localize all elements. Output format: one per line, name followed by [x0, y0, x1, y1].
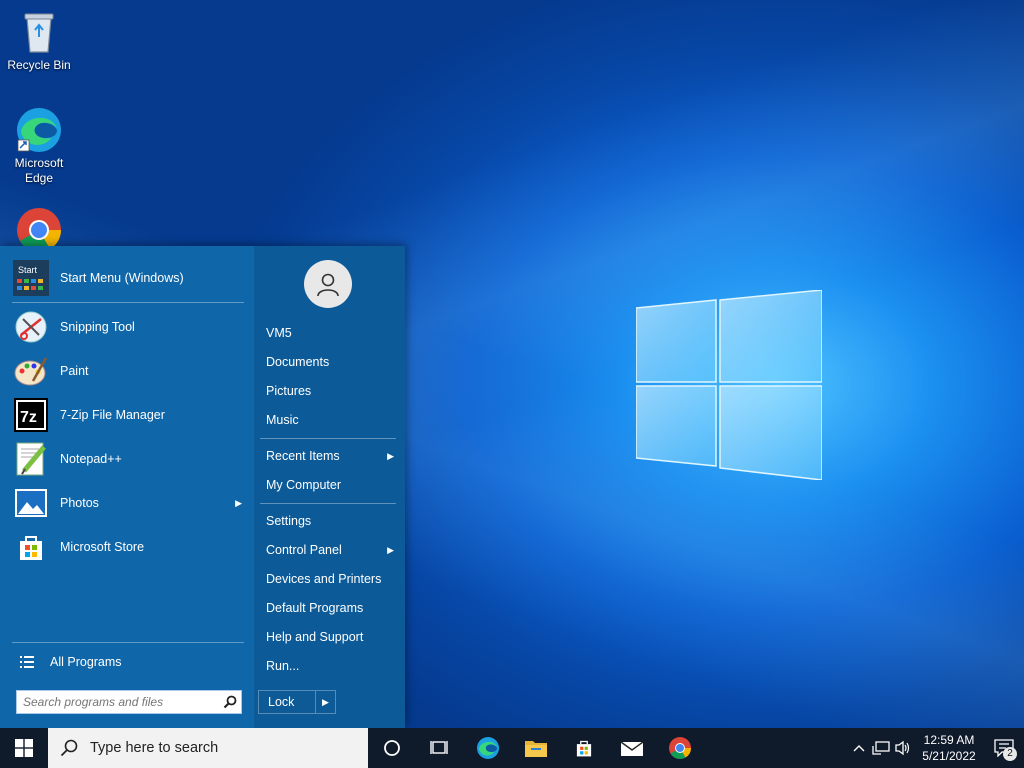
windows-start-icon — [15, 739, 33, 757]
edge-icon — [477, 737, 499, 759]
start-search-input[interactable] — [17, 692, 219, 712]
separator — [12, 302, 244, 303]
taskbar: Type here to search 12:59 AM 5/21/2022 2 — [0, 728, 1024, 768]
notification-count-badge: 2 — [1003, 747, 1017, 761]
separator — [260, 503, 396, 504]
start-menu-programs-pane: Start Start Menu (Windows) Snipping Tool… — [0, 246, 254, 728]
start-menu-places-pane: VM5 Documents Pictures Music Recent Item… — [254, 246, 405, 728]
photos-icon — [12, 484, 50, 522]
system-tray: 12:59 AM 5/21/2022 2 — [848, 728, 1024, 768]
program-7zip-file-manager[interactable]: 7z 7-Zip File Manager — [12, 394, 246, 436]
control-panel-label: Control Panel — [266, 543, 342, 557]
paint-icon — [12, 352, 50, 390]
cortana-button[interactable] — [368, 728, 416, 768]
snipping-tool-icon — [12, 308, 50, 346]
user-icon — [317, 273, 339, 297]
taskbar-edge-button[interactable] — [464, 728, 512, 768]
place-control-panel[interactable]: Control Panel ▶ — [266, 538, 398, 562]
recycle-bin-icon — [24, 13, 54, 53]
mail-icon — [620, 741, 644, 756]
program-notepad-plus-plus[interactable]: Notepad++ — [12, 438, 246, 480]
desktop-icon-label: Recycle Bin — [7, 58, 71, 72]
user-avatar[interactable] — [304, 260, 352, 308]
place-devices-printers[interactable]: Devices and Printers — [266, 567, 398, 591]
program-label: Snipping Tool — [60, 320, 135, 334]
chevron-up-icon — [853, 745, 865, 752]
seven-zip-icon: 7z — [12, 396, 50, 434]
start-search-box[interactable] — [16, 690, 242, 714]
all-programs-button[interactable]: All Programs — [12, 648, 244, 676]
program-label: Microsoft Store — [60, 540, 145, 554]
place-documents[interactable]: Documents — [266, 350, 398, 374]
separator — [260, 438, 396, 439]
taskbar-search-placeholder: Type here to search — [90, 740, 219, 756]
place-settings[interactable]: Settings — [266, 509, 398, 533]
edge-icon — [17, 108, 61, 152]
program-label: Paint — [60, 364, 89, 378]
program-start-menu-windows[interactable]: Start Start Menu (Windows) — [12, 257, 246, 299]
cortana-icon — [384, 740, 400, 756]
taskbar-clock[interactable]: 12:59 AM 5/21/2022 — [914, 732, 984, 764]
volume-button[interactable] — [892, 728, 914, 768]
clock-date: 5/21/2022 — [922, 749, 976, 763]
chrome-icon — [669, 737, 691, 759]
store-icon — [12, 528, 50, 566]
place-music[interactable]: Music — [266, 408, 398, 432]
program-snipping-tool[interactable]: Snipping Tool — [12, 306, 246, 348]
desktop-icon-recycle-bin[interactable]: Recycle Bin — [1, 8, 77, 73]
list-icon — [20, 656, 34, 668]
network-button[interactable] — [870, 728, 892, 768]
place-user-folder[interactable]: VM5 — [266, 321, 398, 345]
taskbar-chrome-button[interactable] — [656, 728, 704, 768]
store-icon — [576, 740, 592, 757]
submenu-arrow-icon: ▶ — [387, 451, 394, 461]
network-icon — [872, 741, 890, 755]
submenu-arrow-icon: ▶ — [387, 545, 394, 555]
seven-zip-icon-text: 7z — [20, 409, 37, 426]
place-pictures[interactable]: Pictures — [266, 379, 398, 403]
place-default-programs[interactable]: Default Programs — [266, 596, 398, 620]
place-my-computer[interactable]: My Computer — [266, 473, 398, 497]
search-icon[interactable] — [219, 691, 241, 713]
start-icon-text: Start — [18, 265, 38, 275]
task-view-button[interactable] — [416, 728, 464, 768]
desktop-icon-label: Microsoft Edge — [14, 156, 64, 185]
clock-time: 12:59 AM — [923, 733, 975, 747]
search-icon — [60, 739, 78, 757]
program-paint[interactable]: Paint — [12, 350, 246, 392]
program-label: Start Menu (Windows) — [60, 271, 184, 285]
file-explorer-icon — [525, 741, 547, 757]
speaker-icon — [895, 740, 910, 756]
lock-label: Lock — [268, 695, 295, 709]
start-button[interactable] — [0, 728, 48, 768]
taskbar-store-button[interactable] — [560, 728, 608, 768]
program-photos[interactable]: Photos ▶ — [12, 482, 246, 524]
desktop-icon-microsoft-edge[interactable]: Microsoft Edge — [1, 106, 77, 186]
program-microsoft-store[interactable]: Microsoft Store — [12, 526, 246, 568]
taskbar-mail-button[interactable] — [608, 728, 656, 768]
start-menu: Start Start Menu (Windows) Snipping Tool… — [0, 246, 405, 728]
task-view-icon — [430, 741, 448, 754]
lock-button[interactable]: Lock ▶ — [258, 690, 336, 714]
start-menu-icon: Start — [12, 259, 50, 297]
program-label: Photos — [60, 496, 99, 510]
recent-items-label: Recent Items — [266, 449, 340, 463]
separator — [12, 642, 244, 643]
place-help-support[interactable]: Help and Support — [266, 625, 398, 649]
all-programs-label: All Programs — [50, 655, 122, 669]
windows-logo-wallpaper — [636, 290, 822, 480]
action-center-button[interactable]: 2 — [984, 728, 1024, 768]
notepad-plus-plus-icon — [12, 440, 50, 478]
taskbar-search-box[interactable]: Type here to search — [48, 728, 368, 768]
show-hidden-icons-button[interactable] — [848, 728, 870, 768]
taskbar-file-explorer-button[interactable] — [512, 728, 560, 768]
program-label: 7-Zip File Manager — [60, 408, 165, 422]
program-label: Notepad++ — [60, 452, 122, 466]
place-run[interactable]: Run... — [266, 654, 398, 678]
place-recent-items[interactable]: Recent Items ▶ — [266, 444, 398, 468]
submenu-arrow-icon: ▶ — [235, 497, 242, 508]
shutdown-options-arrow[interactable]: ▶ — [315, 691, 335, 713]
